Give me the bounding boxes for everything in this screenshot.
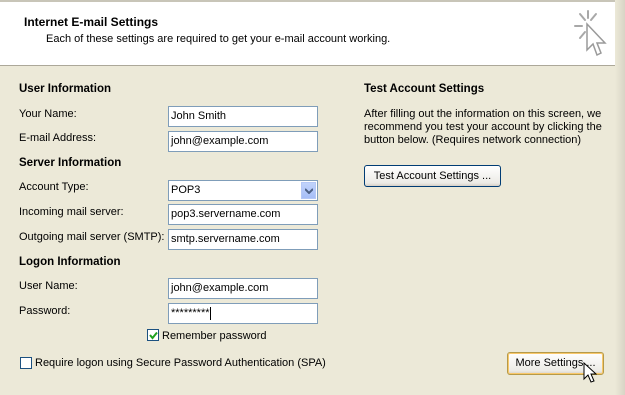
incoming-server-label: Incoming mail server: (19, 206, 124, 218)
chevron-down-icon (304, 188, 313, 194)
password-field[interactable]: ********* (168, 303, 318, 324)
page-subtitle: Each of these settings are required to g… (46, 33, 391, 45)
window-edge (615, 0, 625, 395)
your-name-label: Your Name: (19, 108, 77, 120)
incoming-server-field[interactable]: pop3.servername.com (168, 204, 318, 225)
account-type-select[interactable]: POP3 (168, 180, 318, 201)
password-label: Password: (19, 305, 71, 317)
account-type-label: Account Type: (19, 181, 89, 193)
spa-label: Require logon using Secure Password Auth… (35, 357, 326, 369)
remember-password-label: Remember password (162, 330, 267, 342)
outgoing-server-label: Outgoing mail server (SMTP): (19, 231, 165, 243)
spa-checkbox[interactable] (20, 357, 32, 369)
email-address-field[interactable]: john@example.com (168, 131, 318, 152)
section-logon-information: Logon Information (19, 256, 121, 268)
remember-password-checkbox[interactable] (147, 329, 159, 341)
your-name-field[interactable]: John Smith (168, 106, 318, 127)
text-cursor (209, 306, 211, 320)
account-type-value: POP3 (171, 184, 201, 196)
test-description: After filling out the information on thi… (364, 108, 602, 146)
top-border (0, 0, 625, 2)
password-value: ********* (171, 307, 210, 319)
outgoing-server-field[interactable]: smtp.servername.com (168, 229, 318, 250)
section-test-account-settings: Test Account Settings (364, 83, 485, 95)
checkmark-icon (149, 331, 158, 340)
email-address-label: E-mail Address: (19, 132, 97, 144)
user-name-label: User Name: (19, 280, 78, 292)
test-account-settings-button[interactable]: Test Account Settings ... (364, 165, 501, 187)
user-name-field[interactable]: john@example.com (168, 278, 318, 299)
section-server-information: Server Information (19, 157, 122, 169)
mouse-cursor-icon (583, 361, 598, 384)
page-title: Internet E-mail Settings (24, 15, 159, 29)
dropdown-arrow-button[interactable] (301, 182, 316, 199)
pointer-click-icon (572, 10, 612, 60)
section-user-information: User Information (19, 83, 112, 95)
